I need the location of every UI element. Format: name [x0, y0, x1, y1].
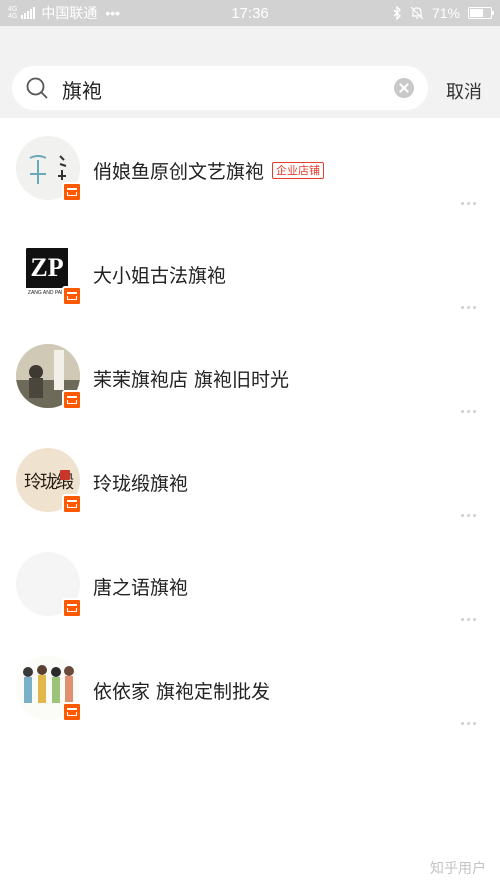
tmall-shop-badge-icon [62, 598, 82, 618]
shop-name: 俏娘鱼原创文艺旗袍 [93, 161, 265, 183]
tmall-shop-badge-icon [62, 390, 82, 410]
tmall-shop-badge-icon [62, 182, 82, 202]
watermark: 知乎用户 [430, 861, 486, 877]
tmall-shop-badge-icon [62, 286, 82, 306]
shop-result-row[interactable]: ZP ZANG AND PARK 大小姐古法旗袍 [0, 222, 500, 326]
search-icon [26, 77, 48, 99]
shop-results-list: 俏娘鱼原创文艺旗袍 企业店铺 ZP ZANG AND PARK 大小姐古法旗袍 [0, 118, 500, 742]
more-options-icon[interactable] [461, 306, 476, 309]
shop-result-row[interactable]: 依依家 旗袍定制批发 [0, 638, 500, 742]
shop-name: 唐之语旗袍 [93, 577, 189, 599]
more-options-icon[interactable] [461, 722, 476, 725]
clear-icon[interactable] [394, 78, 414, 98]
zp-logo-mark: ZP [26, 248, 68, 288]
shop-result-row[interactable]: 玲珑缎 玲珑缎旗袍 [0, 430, 500, 534]
shop-name-row: 依依家 旗袍定制批发 [93, 677, 270, 704]
shop-name-row: 俏娘鱼原创文艺旗袍 企业店铺 [93, 157, 325, 184]
shop-result-row[interactable]: 唐之语旗袍 [0, 534, 500, 638]
search-box[interactable]: 旗袍 [12, 66, 428, 110]
battery-icon [468, 7, 494, 19]
shop-result-row[interactable]: 俏娘鱼原创文艺旗袍 企业店铺 [0, 118, 500, 222]
linglong-calligraphy: 玲珑缎 [24, 472, 74, 493]
search-header: 旗袍 取消 [0, 26, 500, 118]
mute-bell-icon [410, 6, 424, 20]
status-bar: 4G 4G 中国联通 ••• 17:36 71% [0, 0, 500, 26]
battery-fill [470, 9, 484, 17]
more-options-icon[interactable] [461, 618, 476, 621]
more-options-icon[interactable] [461, 514, 476, 517]
search-input[interactable]: 旗袍 [62, 75, 102, 104]
shop-name-row: 唐之语旗袍 [93, 573, 188, 600]
tmall-shop-badge-icon [62, 494, 82, 514]
shop-name: 茉茉旗袍店 旗袍旧时光 [93, 369, 290, 391]
shop-name: 依依家 旗袍定制批发 [93, 681, 271, 703]
shop-result-row[interactable]: 茉茉旗袍店 旗袍旧时光 [0, 326, 500, 430]
battery-percent: 71% [431, 5, 460, 21]
shop-name-row: 大小姐古法旗袍 [93, 261, 226, 288]
enterprise-shop-tag: 企业店铺 [272, 162, 325, 179]
cancel-button[interactable]: 取消 [446, 78, 482, 104]
shop-name-row: 茉茉旗袍店 旗袍旧时光 [93, 365, 289, 392]
bluetooth-icon [393, 6, 401, 20]
shop-name: 玲珑缎旗袍 [93, 473, 189, 495]
more-options-icon[interactable] [461, 410, 476, 413]
more-options-icon[interactable] [461, 202, 476, 205]
tmall-shop-badge-icon [62, 702, 82, 722]
shop-name: 大小姐古法旗袍 [93, 265, 227, 287]
shop-name-row: 玲珑缎旗袍 [93, 469, 188, 496]
red-seal-icon [60, 470, 70, 480]
